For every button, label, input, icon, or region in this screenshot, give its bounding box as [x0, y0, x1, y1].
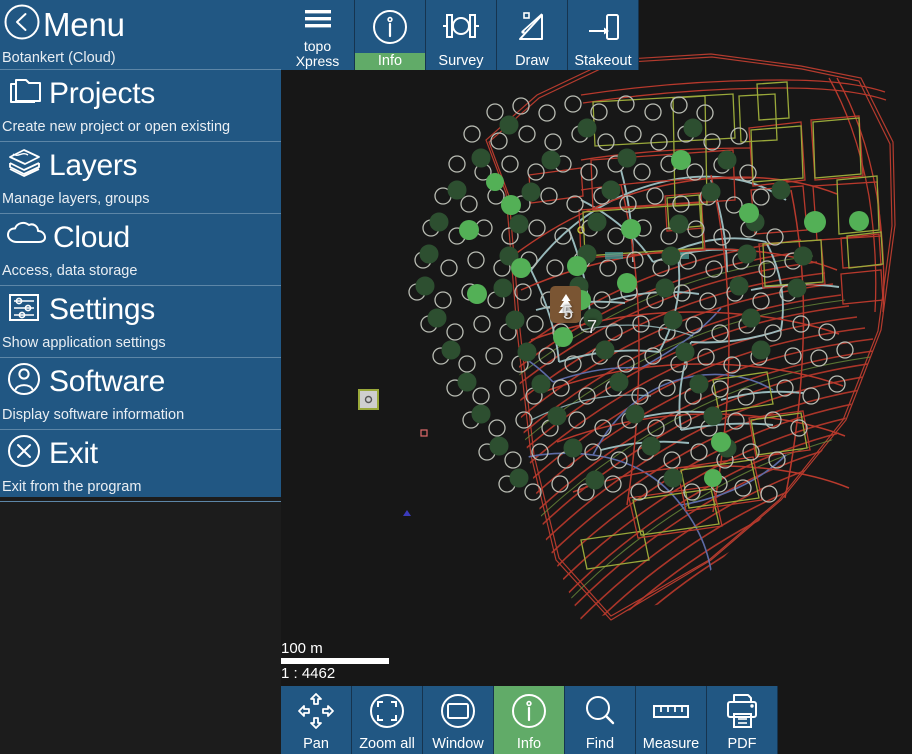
scale-bar-graphic [281, 658, 389, 664]
sidebar-item-projects[interactable]: Projects Create new project or open exis… [0, 70, 281, 142]
bottom-toolbar: Pan Zoom all Window [281, 686, 778, 754]
zoom-all-icon [352, 686, 422, 736]
sidebar-item-exit[interactable]: Exit Exit from the program [0, 430, 281, 502]
sidebar-item-description: Create new project or open existing [2, 119, 230, 135]
tab-survey[interactable]: Survey [426, 0, 497, 70]
tab-info[interactable]: Info [355, 0, 426, 70]
sidebar-item-layers[interactable]: Layers Manage layers, groups [0, 142, 281, 214]
sliders-icon [4, 289, 46, 330]
sidebar-item-settings[interactable]: Settings Show application settings [0, 286, 281, 358]
tab-label-line1: topo [281, 39, 354, 54]
tab-label: Survey [426, 53, 496, 70]
map-point-label: 7 [587, 317, 597, 338]
tool-label: Zoom all [352, 736, 422, 754]
sidebar-item-label: Projects [49, 79, 155, 109]
main-menu-sidebar: Menu Botankert (Cloud) Projects Create n… [0, 0, 281, 497]
tool-find[interactable]: Find [565, 686, 636, 754]
tab-label-line2: Xpress [281, 54, 354, 69]
sidebar-item-description: Show application settings [2, 335, 166, 351]
scale-ratio-label: 1 : 4462 [281, 665, 396, 682]
tool-measure[interactable]: Measure [636, 686, 707, 754]
menu-title: Menu [43, 8, 125, 41]
sidebar-item-label: Cloud [53, 223, 130, 253]
printer-icon [707, 686, 777, 736]
ruler-icon [636, 686, 706, 736]
info-circle-icon [494, 686, 564, 736]
tool-label: Measure [636, 736, 706, 754]
sidebar-item-software[interactable]: Software Display software information [0, 358, 281, 430]
scale-bar: 100 m 1 : 4462 [281, 641, 396, 682]
tab-label: Stakeout [568, 53, 638, 70]
folders-icon [4, 73, 46, 114]
sidebar-item-cloud[interactable]: Cloud Access, data storage [0, 214, 281, 286]
tab-label: Draw [497, 53, 567, 70]
sidebar-item-label: Settings [49, 295, 155, 325]
sidebar-item-description: Manage layers, groups [2, 191, 150, 207]
tool-pdf[interactable]: PDF [707, 686, 778, 754]
sidebar-item-label: Exit [49, 439, 98, 469]
tab-label: Info [355, 53, 425, 70]
menu-header[interactable]: Menu Botankert (Cloud) [0, 0, 281, 70]
scale-distance-label: 100 m [281, 641, 396, 657]
sidebar-item-description: Exit from the program [2, 479, 141, 495]
tool-info[interactable]: Info [494, 686, 565, 754]
map-point-label: 5 [563, 303, 573, 324]
application-window: 5 7 Menu Botankert (Cloud) [0, 0, 912, 754]
back-chevron-circle-icon[interactable] [3, 3, 41, 46]
person-circle-icon [4, 361, 46, 402]
cloud-icon [4, 217, 50, 258]
sidebar-item-description: Display software information [2, 407, 184, 423]
tool-label: Window [423, 736, 493, 754]
tab-stakeout[interactable]: Stakeout [568, 0, 639, 70]
stakeout-icon [568, 0, 638, 53]
top-toolbar: topo Xpress Info [281, 0, 639, 70]
tool-zoom-all[interactable]: Zoom all [352, 686, 423, 754]
pan-arrows-icon [281, 686, 351, 736]
sidebar-item-label: Layers [49, 151, 137, 181]
magnifier-icon [565, 686, 635, 736]
sidebar-item-description: Access, data storage [2, 263, 137, 279]
close-circle-icon [4, 433, 46, 474]
tab-draw[interactable]: Draw [497, 0, 568, 70]
tool-label: PDF [707, 736, 777, 754]
tool-window[interactable]: Window [423, 686, 494, 754]
project-name-label: Botankert (Cloud) [2, 50, 116, 66]
survey-target-icon [426, 0, 496, 53]
zoom-window-icon [423, 686, 493, 736]
sidebar-item-label: Software [49, 367, 165, 397]
draw-polygon-icon [497, 0, 567, 53]
tool-label: Info [494, 736, 564, 754]
tab-topoxpress[interactable]: topo Xpress [281, 0, 355, 70]
info-circle-icon [355, 0, 425, 53]
tool-pan[interactable]: Pan [281, 686, 352, 754]
hamburger-icon [281, 0, 354, 39]
layers-stack-icon [4, 145, 46, 186]
tool-label: Pan [281, 736, 351, 754]
tool-label: Find [565, 736, 635, 754]
